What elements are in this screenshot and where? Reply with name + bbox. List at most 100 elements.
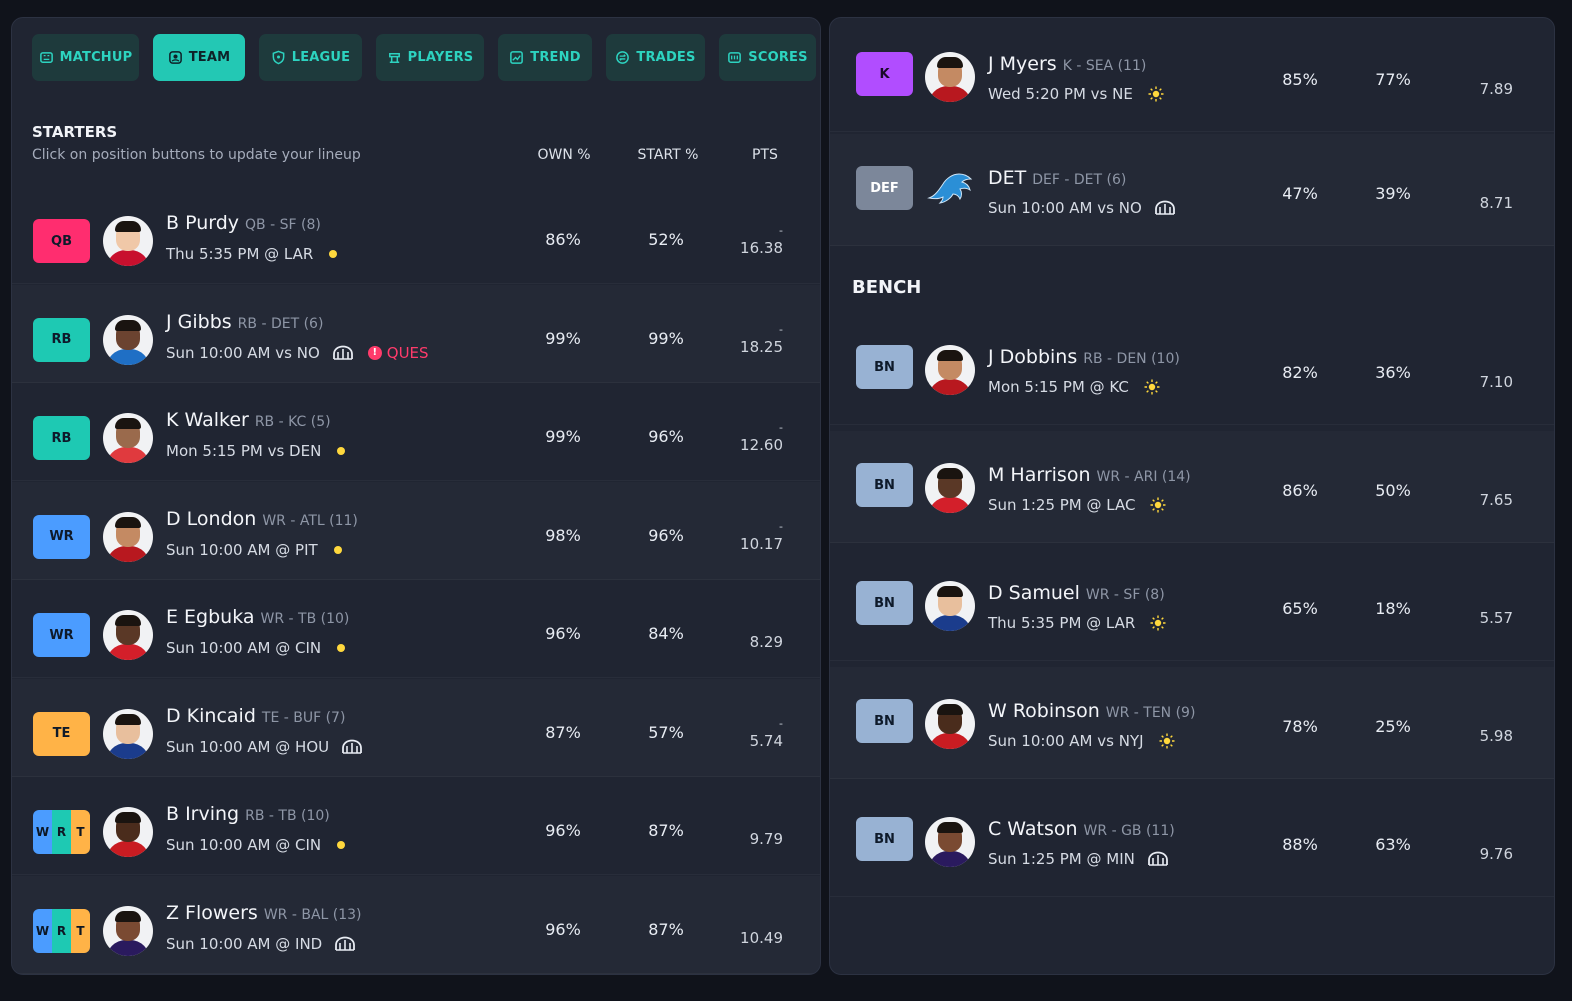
game-time: Thu 5:35 PM @ LAR bbox=[166, 245, 314, 263]
flex-position-button[interactable]: WRT bbox=[33, 810, 90, 854]
player-name[interactable]: J Dobbins RB - DEN (10) bbox=[988, 346, 1180, 368]
sun-icon bbox=[1152, 732, 1176, 750]
flex-position-button[interactable]: WRT bbox=[33, 908, 90, 953]
position-button-bn[interactable]: BN bbox=[856, 699, 913, 743]
player-avatar bbox=[925, 699, 975, 749]
player-name[interactable]: Z Flowers WR - BAL (13) bbox=[166, 902, 362, 924]
avatar-hair bbox=[937, 468, 963, 479]
starter-row[interactable]: WR E Egbuka WR - TB (10) Sun 10:00 AM @ CIN… bbox=[12, 580, 820, 678]
player-name[interactable]: M Harrison WR - ARI (14) bbox=[988, 464, 1191, 486]
player-meta: WR - TEN (9) bbox=[1105, 705, 1196, 721]
starter-row[interactable]: RB K Walker RB - KC (5) Mon 5:15 PM vs DEN 9… bbox=[12, 383, 820, 481]
shield-icon bbox=[271, 50, 286, 65]
player-name[interactable]: J Myers K - SEA (11) bbox=[988, 53, 1146, 75]
player-name[interactable]: B Purdy QB - SF (8) bbox=[166, 212, 321, 234]
own-pct: 99% bbox=[545, 427, 581, 446]
position-button-bn[interactable]: BN bbox=[856, 817, 913, 861]
own-pct: 82% bbox=[1282, 363, 1318, 382]
player-meta: DEF - DET (6) bbox=[1032, 172, 1127, 188]
starter-row[interactable]: WRT B Irving RB - TB (10) Sun 10:00 AM @ CI… bbox=[12, 777, 820, 875]
position-button-wr[interactable]: WR bbox=[33, 613, 90, 657]
own-pct: 87% bbox=[545, 722, 581, 742]
position-button-bn[interactable]: BN bbox=[856, 463, 913, 507]
roster-row[interactable]: BN C Watson WR - GB (11) Sun 1:25 PM @ MIN 8… bbox=[830, 785, 1554, 897]
position-button-k[interactable]: K bbox=[856, 52, 913, 96]
starters-title: STARTERS bbox=[32, 123, 118, 141]
tab-trend[interactable]: TREND bbox=[498, 34, 592, 81]
player-name[interactable]: W Robinson WR - TEN (9) bbox=[988, 700, 1195, 722]
player-name[interactable]: B Irving RB - TB (10) bbox=[166, 803, 330, 825]
game-time: Mon 5:15 PM @ KC bbox=[988, 378, 1129, 396]
starter-row[interactable]: WRT Z Flowers WR - BAL (13) Sun 10:00 AM @ … bbox=[12, 876, 820, 974]
game-time: Sun 10:00 AM vs NYJ bbox=[988, 732, 1144, 750]
player-points: 5.74 bbox=[749, 731, 783, 750]
start-pct-header: START % bbox=[637, 147, 699, 163]
player-name[interactable]: K Walker RB - KC (5) bbox=[166, 409, 331, 431]
start-pct: 50% bbox=[1375, 481, 1411, 500]
player-points: 10.17 bbox=[740, 534, 783, 553]
tab-team[interactable]: TEAM bbox=[153, 34, 245, 81]
game-info: Thu 5:35 PM @ LAR bbox=[166, 245, 338, 263]
own-pct: 47% bbox=[1282, 184, 1318, 203]
start-pct: 36% bbox=[1375, 363, 1411, 382]
player-points: 8.29 bbox=[749, 633, 783, 651]
tab-matchup[interactable]: MATCHUP bbox=[32, 34, 139, 81]
game-info: Sun 10:00 AM vs NO! QUES bbox=[166, 344, 429, 362]
player-name[interactable]: D Samuel WR - SF (8) bbox=[988, 582, 1165, 604]
roster-row[interactable]: BN D Samuel WR - SF (8) Thu 5:35 PM @ LAR 65… bbox=[830, 549, 1554, 661]
player-meta: WR - GB (11) bbox=[1083, 823, 1175, 839]
player-name-text: J Gibbs bbox=[166, 310, 232, 333]
player-name-text: J Myers bbox=[988, 53, 1057, 75]
game-info: Wed 5:20 PM vs NE bbox=[988, 85, 1165, 103]
tab-players[interactable]: PLAYERS bbox=[376, 34, 484, 81]
player-name[interactable]: D Kincaid TE - BUF (7) bbox=[166, 705, 345, 727]
tab-league[interactable]: LEAGUE bbox=[259, 34, 362, 81]
tab-trades[interactable]: TRADES bbox=[606, 34, 705, 81]
position-button-rb[interactable]: RB bbox=[33, 317, 90, 362]
avatar-hair bbox=[115, 812, 141, 823]
avatar-jersey bbox=[106, 545, 150, 562]
player-name[interactable]: DET DEF - DET (6) bbox=[988, 167, 1126, 189]
position-button-bn[interactable]: BN bbox=[856, 581, 913, 625]
clear-weather-dot bbox=[337, 447, 346, 455]
roster-row[interactable]: BN M Harrison WR - ARI (14) Sun 1:25 PM @ L… bbox=[830, 431, 1554, 543]
roster-row[interactable]: BN W Robinson WR - TEN (9) Sun 10:00 AM vs … bbox=[830, 667, 1554, 779]
own-pct: 85% bbox=[1282, 70, 1318, 89]
player-name[interactable]: E Egbuka WR - TB (10) bbox=[166, 606, 349, 628]
flex-letter: W bbox=[33, 810, 52, 854]
pts-projection-dash: - bbox=[779, 716, 783, 730]
position-button-rb[interactable]: RB bbox=[33, 416, 90, 460]
roster-row[interactable]: K J Myers K - SEA (11) Wed 5:20 PM vs NE 85%… bbox=[830, 20, 1554, 132]
starter-row[interactable]: RB J Gibbs RB - DET (6) Sun 10:00 AM vs NO!… bbox=[12, 285, 820, 383]
player-name[interactable]: D London WR - ATL (11) bbox=[166, 508, 358, 530]
game-info: Sun 10:00 AM vs NYJ bbox=[988, 732, 1176, 750]
player-name[interactable]: J Gibbs RB - DET (6) bbox=[166, 311, 323, 333]
player-avatar bbox=[103, 413, 153, 463]
avatar-hair bbox=[115, 615, 141, 626]
position-button-wr[interactable]: WR bbox=[33, 514, 90, 559]
player-name[interactable]: C Watson WR - GB (11) bbox=[988, 818, 1175, 840]
position-button-bn[interactable]: BN bbox=[856, 345, 913, 389]
roster-row[interactable]: DEF DET DEF - DET (6) Sun 10:00 AM vs NO 47%… bbox=[830, 134, 1554, 246]
player-meta: RB - TB (10) bbox=[245, 808, 330, 824]
starter-row[interactable]: WR D London WR - ATL (11) Sun 10:00 AM @ PI… bbox=[12, 482, 820, 580]
tab-label: TEAM bbox=[188, 50, 231, 65]
pts-projection-dash: - bbox=[779, 322, 783, 336]
avatar-hair bbox=[937, 586, 963, 597]
tab-label: MATCHUP bbox=[59, 50, 133, 65]
position-button-te[interactable]: TE bbox=[33, 711, 90, 756]
start-pct: 63% bbox=[1375, 835, 1411, 854]
trades-icon bbox=[615, 50, 630, 65]
position-button-def[interactable]: DEF bbox=[856, 166, 913, 210]
avatar-hair bbox=[115, 221, 141, 232]
starter-row[interactable]: TE D Kincaid TE - BUF (7) Sun 10:00 AM @ HO… bbox=[12, 679, 820, 777]
position-button-qb[interactable]: QB bbox=[33, 219, 90, 263]
own-pct: 88% bbox=[1282, 835, 1318, 854]
starter-row[interactable]: QB B Purdy QB - SF (8) Thu 5:35 PM @ LAR 86%… bbox=[12, 186, 820, 284]
avatar-jersey bbox=[928, 733, 972, 749]
player-avatar bbox=[925, 345, 975, 395]
player-avatar bbox=[925, 463, 975, 513]
start-pct: 25% bbox=[1375, 717, 1411, 736]
roster-row[interactable]: BN J Dobbins RB - DEN (10) Mon 5:15 PM @ KC… bbox=[830, 313, 1554, 425]
tab-scores[interactable]: SCORES bbox=[719, 34, 816, 81]
